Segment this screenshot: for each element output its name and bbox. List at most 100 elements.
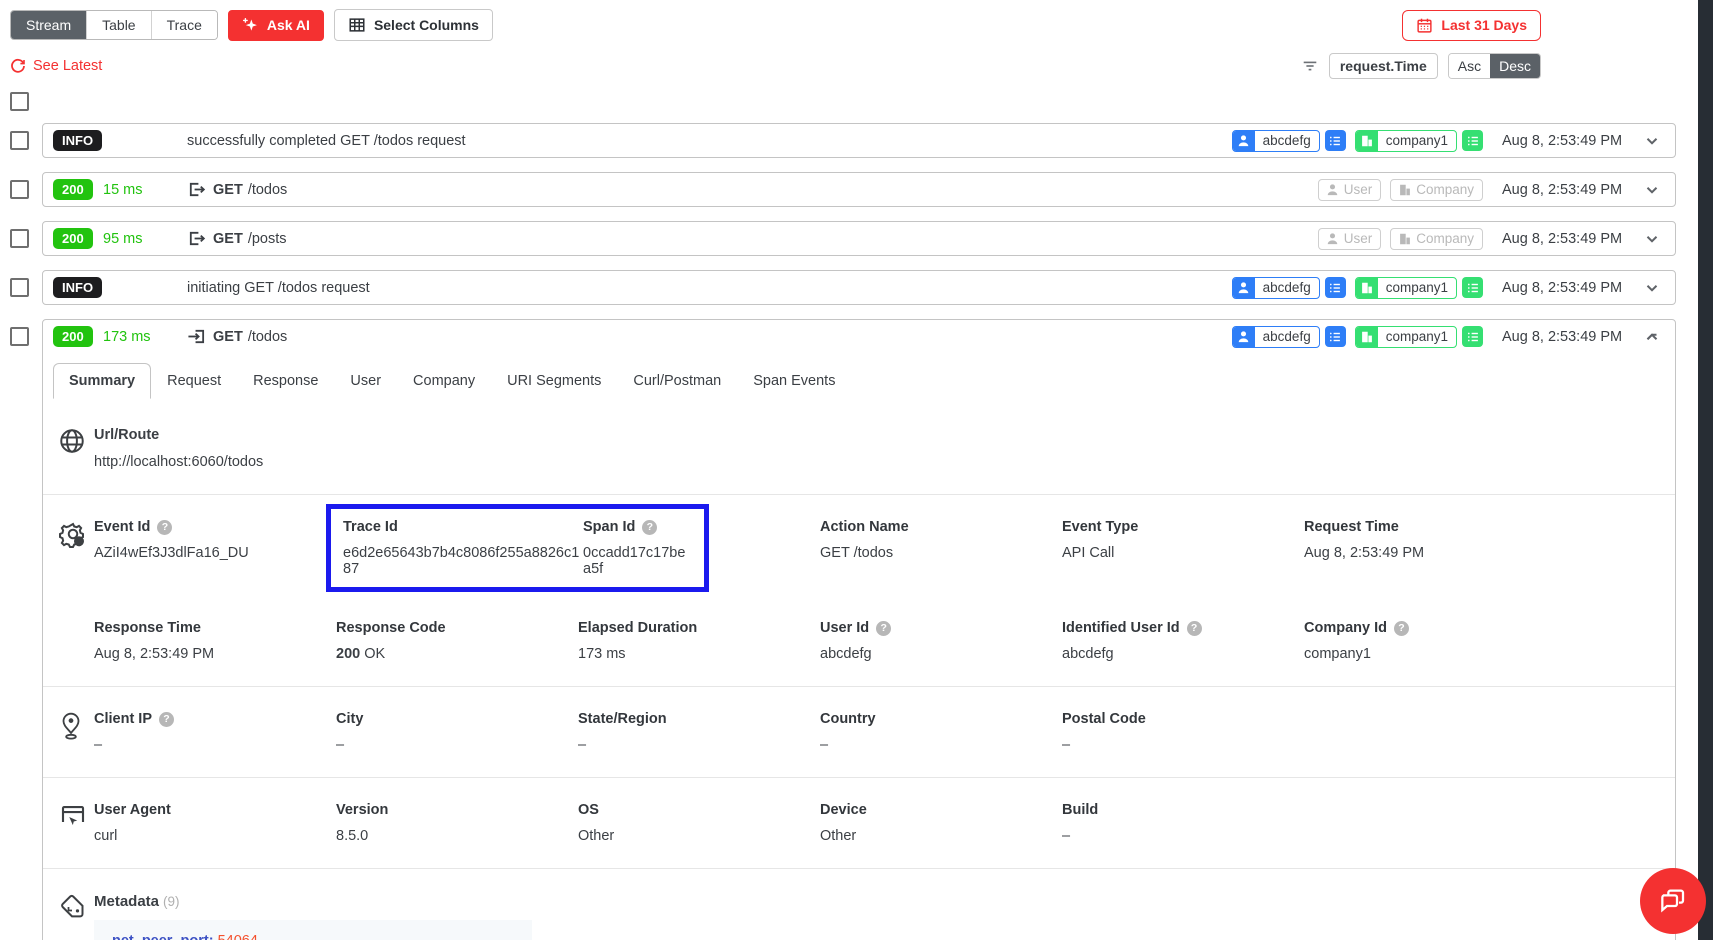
log-row-card: INFO successfully completed GET /todos r…: [42, 123, 1676, 158]
row-checkbox[interactable]: [10, 180, 29, 199]
field-value: –: [578, 737, 820, 753]
ask-ai-button[interactable]: Ask AI: [228, 10, 324, 41]
expand-chevron-button[interactable]: [1643, 181, 1661, 199]
field-value: Other: [578, 828, 820, 844]
help-icon[interactable]: ?: [876, 621, 891, 636]
field-value: –: [820, 737, 1062, 753]
detail-tab-request[interactable]: Request: [151, 363, 237, 399]
sort-desc-button[interactable]: Desc: [1490, 54, 1540, 78]
detail-field: Action Name GET /todos: [820, 519, 1062, 561]
sub-toolbar: See Latest request.Time Asc Desc: [0, 41, 1713, 79]
row-checkbox[interactable]: [10, 327, 29, 346]
detail-field: Build –: [1062, 802, 1304, 844]
row-checkbox[interactable]: [10, 278, 29, 297]
top-toolbar: StreamTableTrace Ask AI Select Columns: [0, 0, 1713, 41]
request-row-card: 200 15 ms GET /todos User Company Aug 8,…: [42, 172, 1676, 207]
filter-icon[interactable]: [1301, 57, 1319, 75]
request-path: /todos: [248, 182, 288, 198]
detail-field: City –: [336, 711, 578, 753]
detail-field: User Agent curl: [94, 802, 336, 844]
company-chip[interactable]: company1: [1355, 326, 1457, 348]
detail-tab-user[interactable]: User: [334, 363, 397, 399]
detail-tab-curl-postman[interactable]: Curl/Postman: [617, 363, 737, 399]
sort-cluster: request.Time Asc Desc: [1301, 53, 1541, 79]
field-value: Aug 8, 2:53:49 PM: [1304, 545, 1660, 561]
help-icon[interactable]: ?: [159, 712, 174, 727]
row-header[interactable]: 200 95 ms GET /posts User Company Aug 8,…: [43, 222, 1675, 255]
company-chip-disabled: Company: [1390, 228, 1483, 250]
duration: 173 ms: [103, 329, 187, 345]
user-details-button[interactable]: [1325, 277, 1346, 298]
trace-span-highlight-box: Trace Id e6d2e65643b7b4c8086f255a8826c18…: [326, 504, 709, 592]
help-icon[interactable]: ?: [642, 520, 657, 535]
detail-tab-company[interactable]: Company: [397, 363, 491, 399]
user-details-button[interactable]: [1325, 326, 1346, 347]
field-value: –: [1062, 828, 1304, 844]
client-ip-section: Client IP? – City – State/Region – Count…: [43, 686, 1675, 777]
row-line: 200 95 ms GET /posts User Company Aug 8,…: [10, 221, 1676, 256]
company-details-button[interactable]: [1462, 326, 1483, 347]
user-chip[interactable]: abcdefg: [1232, 277, 1320, 299]
level-badge: INFO: [53, 277, 102, 299]
field-value: 200 OK: [336, 646, 578, 662]
list-details-icon: [1466, 134, 1480, 148]
select-all-checkbox[interactable]: [10, 92, 29, 111]
row-header[interactable]: 200 15 ms GET /todos User Company Aug 8,…: [43, 173, 1675, 206]
user-details-button[interactable]: [1325, 130, 1346, 151]
company-chip[interactable]: company1: [1355, 277, 1457, 299]
detail-field: Postal Code –: [1062, 711, 1304, 753]
date-range-button[interactable]: Last 31 Days: [1402, 10, 1541, 41]
help-icon[interactable]: ?: [1187, 621, 1202, 636]
collapse-chevron-button[interactable]: [1643, 328, 1661, 346]
user-chip-placeholder: User: [1342, 180, 1381, 200]
ai-sparkle-icon: [242, 17, 259, 34]
field-label: Client IP: [94, 711, 152, 727]
field-value: abcdefg: [1062, 646, 1304, 662]
expand-chevron-button[interactable]: [1643, 132, 1661, 150]
expand-chevron-button[interactable]: [1643, 230, 1661, 248]
user-chip[interactable]: abcdefg: [1232, 326, 1320, 348]
field-label: Device: [820, 802, 867, 818]
expand-chevron-button[interactable]: [1643, 279, 1661, 297]
see-latest-button[interactable]: See Latest: [10, 58, 102, 74]
sort-asc-button[interactable]: Asc: [1449, 54, 1490, 78]
detail-tab-response[interactable]: Response: [237, 363, 334, 399]
detail-field: Country –: [820, 711, 1062, 753]
help-icon[interactable]: ?: [1394, 621, 1409, 636]
timestamp: Aug 8, 2:53:49 PM: [1502, 231, 1628, 247]
sort-field-chip[interactable]: request.Time: [1329, 53, 1438, 79]
row-header[interactable]: INFO initiating GET /todos request abcde…: [43, 271, 1675, 304]
row-header[interactable]: INFO successfully completed GET /todos r…: [43, 124, 1675, 157]
help-icon[interactable]: ?: [157, 520, 172, 535]
company-chip[interactable]: company1: [1355, 130, 1457, 152]
field-value: –: [94, 737, 336, 753]
field-value: Other: [820, 828, 1062, 844]
detail-field: Span Id? 0ccadd17c17bea5f: [583, 519, 692, 577]
chat-fab-button[interactable]: [1640, 868, 1706, 934]
select-columns-label: Select Columns: [374, 17, 479, 33]
row-checkbox[interactable]: [10, 229, 29, 248]
row-header[interactable]: 200 173 ms GET /todos abcdefg company1 A…: [43, 320, 1675, 353]
select-columns-button[interactable]: Select Columns: [334, 9, 493, 41]
detail-tab-summary[interactable]: Summary: [53, 363, 151, 399]
detail-tab-uri-segments[interactable]: URI Segments: [491, 363, 617, 399]
see-latest-label: See Latest: [33, 58, 102, 74]
row-checkbox[interactable]: [10, 131, 29, 150]
view-tab-stream[interactable]: Stream: [11, 11, 86, 39]
company-details-button[interactable]: [1462, 130, 1483, 151]
metadata-value: 54064: [218, 933, 258, 940]
user-chip[interactable]: abcdefg: [1232, 130, 1320, 152]
detail-field: Request Time Aug 8, 2:53:49 PM: [1304, 519, 1660, 561]
detail-field: Version 8.5.0: [336, 802, 578, 844]
request-in-icon: [187, 327, 206, 346]
user-icon: [1236, 133, 1251, 148]
list-details-icon: [1328, 330, 1342, 344]
detail-tab-span-events[interactable]: Span Events: [737, 363, 851, 399]
field-label: Request Time: [1304, 519, 1399, 535]
view-tab-table[interactable]: Table: [86, 11, 150, 39]
view-tab-trace[interactable]: Trace: [151, 11, 217, 39]
company-details-button[interactable]: [1462, 277, 1483, 298]
log-row-card: INFO initiating GET /todos request abcde…: [42, 270, 1676, 305]
company-icon: [1360, 134, 1374, 148]
list-details-icon: [1466, 281, 1480, 295]
